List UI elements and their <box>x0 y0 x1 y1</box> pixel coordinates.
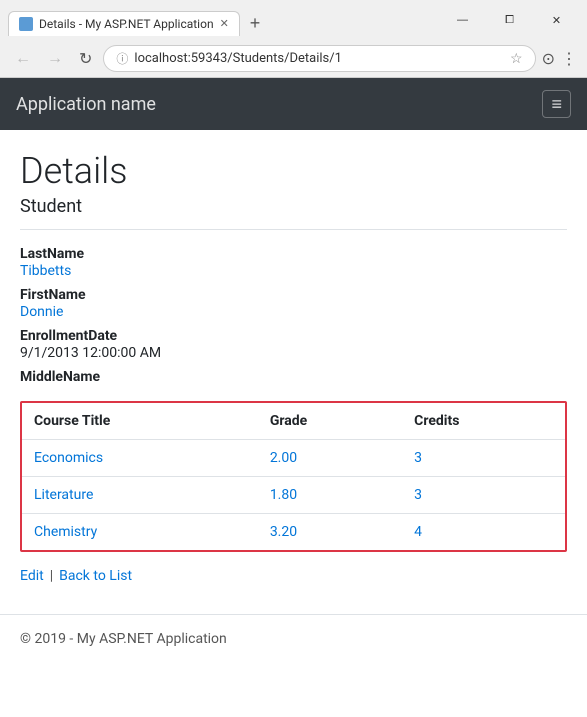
col-header-grade: Grade <box>258 403 402 440</box>
tab-close-icon[interactable]: ✕ <box>220 17 229 30</box>
app-brand[interactable]: Application name <box>16 94 156 115</box>
first-name-label: FirstName <box>20 287 567 303</box>
enrollment-date-label: EnrollmentDate <box>20 328 567 344</box>
cell-grade: 1.80 <box>258 477 402 514</box>
minimize-button[interactable]: — <box>440 6 485 34</box>
cell-credits[interactable]: 3 <box>402 440 565 477</box>
back-to-list-link[interactable]: Back to List <box>59 568 132 584</box>
cell-grade: 2.00 <box>258 440 402 477</box>
window-controls: — ⧠ ✕ <box>440 6 579 40</box>
url-info-icon: ⓘ <box>116 50 128 67</box>
middle-name-label: MiddleName <box>20 369 567 385</box>
page-title: Details <box>20 150 567 192</box>
cell-grade: 3.20 <box>258 514 402 551</box>
table-header-row: Course Title Grade Credits <box>22 403 565 440</box>
tab-favicon-icon <box>19 17 33 31</box>
account-icon[interactable]: ⊙ <box>542 49 555 68</box>
app-navbar: Application name ≡ <box>0 78 587 130</box>
table-row: Economics2.003 <box>22 440 565 477</box>
first-name-value[interactable]: Donnie <box>20 304 567 320</box>
close-button[interactable]: ✕ <box>534 6 579 34</box>
table-row: Literature1.803 <box>22 477 565 514</box>
cell-course[interactable]: Economics <box>22 440 258 477</box>
refresh-button[interactable]: ↻ <box>74 47 97 71</box>
hamburger-button[interactable]: ≡ <box>542 90 571 118</box>
restore-button[interactable]: ⧠ <box>487 6 532 34</box>
tab-title: Details - My ASP.NET Application <box>39 17 214 31</box>
enrollment-date-value: 9/1/2013 12:00:00 AM <box>20 345 567 361</box>
tab-bar: Details - My ASP.NET Application ✕ + — ⧠… <box>0 0 587 40</box>
page-subtitle: Student <box>20 196 567 217</box>
col-header-credits: Credits <box>402 403 565 440</box>
forward-button[interactable]: → <box>42 48 68 70</box>
enrollments-table: Course Title Grade Credits Economics2.00… <box>22 403 565 550</box>
enrollments-table-wrapper: Course Title Grade Credits Economics2.00… <box>20 401 567 552</box>
back-button[interactable]: ← <box>10 48 36 70</box>
cell-credits[interactable]: 3 <box>402 477 565 514</box>
page-content: Details Student LastName Tibbetts FirstN… <box>0 130 587 614</box>
address-bar: ← → ↻ ⓘ localhost:59343/Students/Details… <box>0 40 587 77</box>
url-text[interactable]: localhost:59343/Students/Details/1 <box>134 51 504 66</box>
url-bar[interactable]: ⓘ localhost:59343/Students/Details/1 ☆ <box>103 45 535 72</box>
browser-tab[interactable]: Details - My ASP.NET Application ✕ <box>8 11 240 36</box>
action-separator: | <box>50 568 53 584</box>
cell-credits[interactable]: 4 <box>402 514 565 551</box>
student-details: LastName Tibbetts FirstName Donnie Enrol… <box>20 246 567 385</box>
page-footer: © 2019 - My ASP.NET Application <box>0 614 587 663</box>
divider <box>20 229 567 230</box>
actions: Edit | Back to List <box>20 568 567 584</box>
footer-text: © 2019 - My ASP.NET Application <box>20 631 227 647</box>
browser-chrome: Details - My ASP.NET Application ✕ + — ⧠… <box>0 0 587 78</box>
cell-course[interactable]: Literature <box>22 477 258 514</box>
last-name-value[interactable]: Tibbetts <box>20 263 567 279</box>
last-name-label: LastName <box>20 246 567 262</box>
edit-link[interactable]: Edit <box>20 568 44 584</box>
new-tab-button[interactable]: + <box>244 11 267 36</box>
table-row: Chemistry3.204 <box>22 514 565 551</box>
browser-menu-icon[interactable]: ⋮ <box>561 49 577 68</box>
cell-course[interactable]: Chemistry <box>22 514 258 551</box>
col-header-course: Course Title <box>22 403 258 440</box>
bookmark-icon[interactable]: ☆ <box>510 51 523 67</box>
